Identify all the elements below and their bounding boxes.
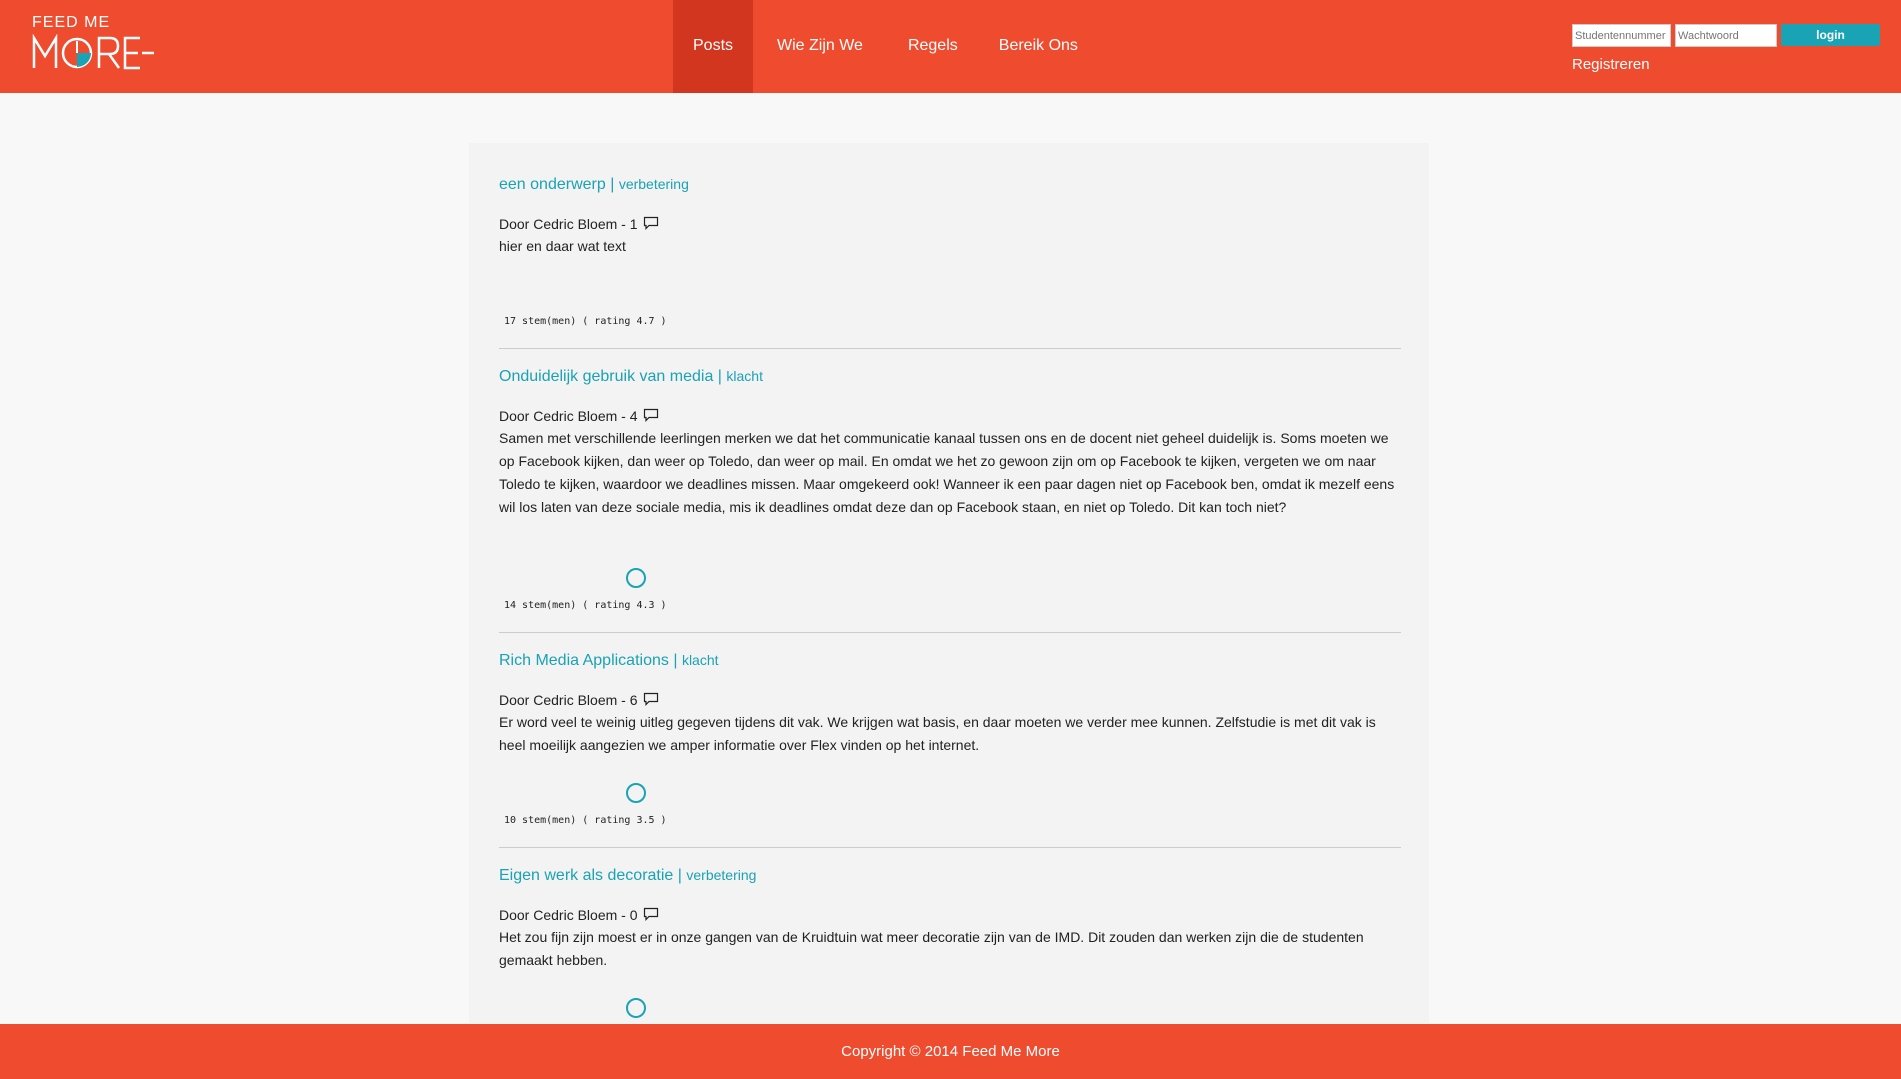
post-title-line: Onduidelijk gebruik van media | klacht	[499, 368, 1399, 386]
post-title-line: Rich Media Applications | klacht	[499, 652, 1399, 670]
register-link[interactable]: Registreren	[1572, 56, 1650, 73]
post-author: Door Cedric Bloem - 4	[499, 408, 638, 424]
post-title-line: Eigen werk als decoratie | verbetering	[499, 867, 1399, 885]
post: Onduidelijk gebruik van media | klacht D…	[499, 368, 1399, 611]
copyright-text: Copyright © 2014 Feed Me More	[841, 1043, 1060, 1060]
footer: Copyright © 2014 Feed Me More	[0, 1024, 1901, 1079]
post-author-line: Door Cedric Bloem - 6	[499, 692, 1399, 709]
post: Rich Media Applications | klacht Door Ce…	[499, 652, 1399, 826]
post-body: Er word veel te weinig uitleg gegeven ti…	[499, 714, 1376, 753]
post-divider	[499, 632, 1401, 633]
post-author: Door Cedric Bloem - 0	[499, 907, 638, 923]
post-title[interactable]: Onduidelijk gebruik van media	[499, 368, 713, 385]
comment-icon[interactable]	[643, 692, 659, 706]
password-input[interactable]	[1675, 24, 1777, 47]
post-title[interactable]: Rich Media Applications	[499, 652, 669, 669]
post-author: Door Cedric Bloem - 6	[499, 692, 638, 708]
title-separator: |	[610, 176, 615, 193]
post-author-line: Door Cedric Bloem - 1	[499, 216, 1399, 233]
rating-circle[interactable]	[626, 568, 646, 588]
comment-icon[interactable]	[643, 907, 659, 921]
logo[interactable]: FEED ME	[32, 14, 157, 74]
student-number-input[interactable]	[1572, 24, 1671, 47]
post-divider	[499, 847, 1401, 848]
login-form: login Registreren	[1572, 24, 1892, 84]
title-separator: |	[717, 368, 722, 385]
nav-wie-zijn-we[interactable]: Wie Zijn We	[753, 0, 887, 93]
nav-regels[interactable]: Regels	[887, 0, 979, 93]
post-title[interactable]: een onderwerp	[499, 176, 606, 193]
post-title[interactable]: Eigen werk als decoratie	[499, 867, 673, 884]
rating-circle[interactable]	[626, 783, 646, 803]
nav-posts[interactable]: Posts	[673, 0, 754, 93]
post-category[interactable]: verbetering	[619, 176, 689, 192]
posts-container: een onderwerp | verbetering Door Cedric …	[469, 143, 1429, 1023]
post-votes: 14 stem(men) ( rating 4.3 )	[504, 600, 667, 611]
post: Eigen werk als decoratie | verbetering D…	[499, 867, 1399, 1018]
post-author: Door Cedric Bloem - 1	[499, 216, 638, 232]
post-votes: 10 stem(men) ( rating 3.5 )	[504, 815, 667, 826]
comment-icon[interactable]	[643, 216, 659, 230]
post: een onderwerp | verbetering Door Cedric …	[499, 176, 1399, 327]
post-author-line: Door Cedric Bloem - 0	[499, 907, 1399, 924]
post-title-line: een onderwerp | verbetering	[499, 176, 1399, 194]
post-votes: 17 stem(men) ( rating 4.7 )	[504, 316, 667, 327]
comment-icon[interactable]	[643, 408, 659, 422]
title-separator: |	[673, 652, 678, 669]
post-body: Samen met verschillende leerlingen merke…	[499, 430, 1395, 515]
logo-more-mark	[32, 34, 154, 70]
post-divider	[499, 348, 1401, 349]
post-category[interactable]: verbetering	[686, 867, 756, 883]
post-body: Het zou fijn zijn moest er in onze gange…	[499, 929, 1364, 968]
post-author-line: Door Cedric Bloem - 4	[499, 408, 1399, 425]
header: FEED ME Posts Wie Zijn We Regels Bereik …	[0, 0, 1901, 93]
post-body: hier en daar wat text	[499, 238, 626, 254]
post-category[interactable]: klacht	[682, 652, 719, 668]
nav-bereik-ons[interactable]: Bereik Ons	[979, 0, 1098, 93]
title-separator: |	[677, 867, 682, 884]
post-category[interactable]: klacht	[726, 368, 763, 384]
main-nav: Posts Wie Zijn We Regels Bereik Ons	[673, 0, 1098, 93]
login-button[interactable]: login	[1781, 24, 1880, 46]
logo-top-text: FEED ME	[32, 14, 111, 31]
rating-circle[interactable]	[626, 998, 646, 1018]
